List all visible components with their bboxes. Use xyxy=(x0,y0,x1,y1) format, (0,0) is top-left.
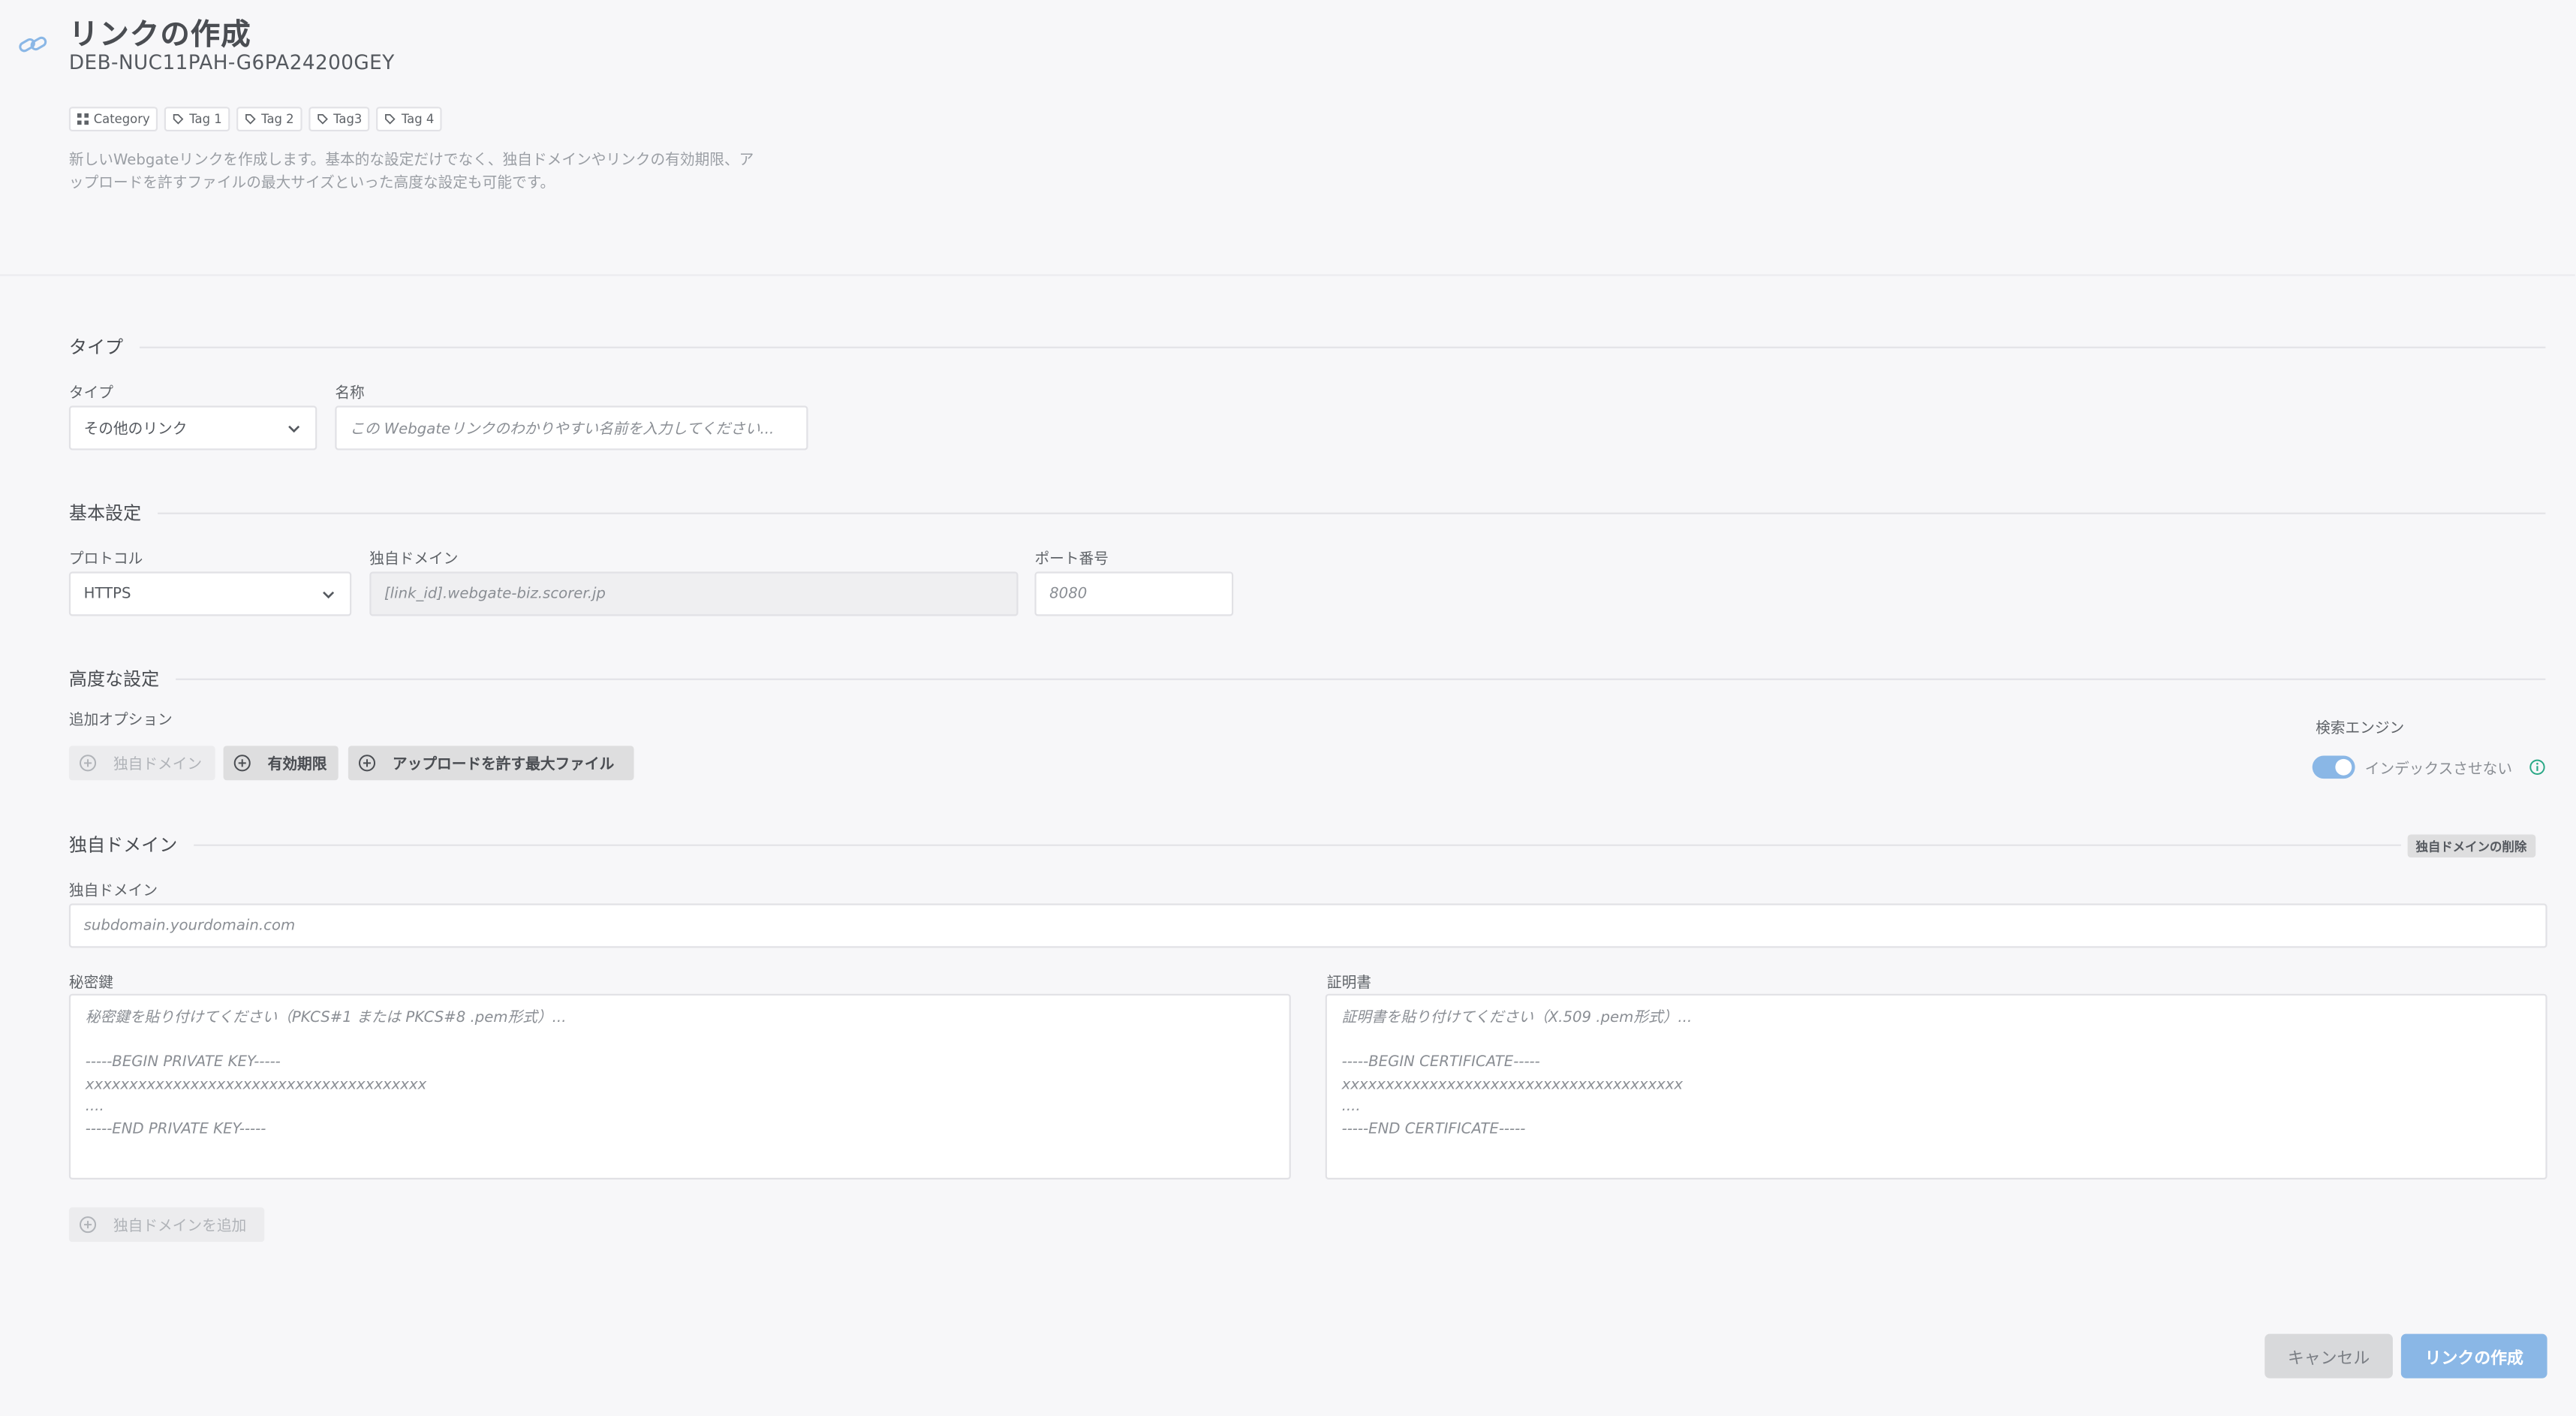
option-custom-domain-button[interactable]: 独自ドメイン xyxy=(68,746,215,781)
grid-icon xyxy=(77,113,89,125)
description-line: ップロードを許すファイルの最大サイズといった高度な設定も可能です。 xyxy=(68,175,555,191)
domain-input: [link_id].webgate-biz.scorer.jp xyxy=(369,571,1019,616)
add-domain-label: 独自ドメインを追加 xyxy=(113,1219,247,1236)
options-label: 追加オプション xyxy=(68,713,173,730)
private-key-textarea[interactable]: 秘密鍵を貼り付けてください（PKCS#1 または PKCS#8 .pem形式）.… xyxy=(68,993,1291,1179)
create-link-page: リンクの作成 DEB-NUC11PAH-G6PA24200GEY Categor… xyxy=(0,0,2575,1416)
tag-label: Tag 2 xyxy=(261,111,294,127)
divider xyxy=(176,677,2546,679)
cancel-button[interactable]: キャンセル xyxy=(2265,1333,2393,1378)
divider xyxy=(139,345,2546,348)
type-label: タイプ xyxy=(68,386,114,403)
port-label: ポート番号 xyxy=(1034,552,1109,569)
section-advanced: 高度な設定 xyxy=(69,667,2546,690)
type-value: その他のリンク xyxy=(83,422,188,439)
domain-label: 独自ドメイン xyxy=(369,552,459,569)
plus-circle-icon xyxy=(358,755,376,772)
section-title: 基本設定 xyxy=(68,502,142,524)
page-title: リンクの作成 xyxy=(68,18,251,53)
custom-domain-label: 独自ドメイン xyxy=(68,884,158,901)
tag-label: Tag3 xyxy=(333,111,363,127)
section-custom-domain: 独自ドメイン xyxy=(69,833,2401,856)
add-custom-domain-button[interactable]: 独自ドメインを追加 xyxy=(68,1207,265,1243)
description-line: 新しいWebgateリンクを作成します。基本的な設定だけでなく、独自ドメインやリ… xyxy=(68,152,754,170)
section-type: タイプ xyxy=(69,335,2546,358)
custom-domain-input[interactable]: subdomain.yourdomain.com xyxy=(68,903,2547,948)
tag-label: Tag 1 xyxy=(189,111,222,127)
option-max-upload-button[interactable]: アップロードを許す最大ファイル xyxy=(348,746,634,781)
tag-icon xyxy=(173,114,184,125)
tag-icon xyxy=(317,114,328,125)
info-icon[interactable] xyxy=(2529,759,2546,776)
tag-category[interactable]: Category xyxy=(68,107,158,132)
tag-item[interactable]: Tag 4 xyxy=(377,107,443,132)
create-link-button[interactable]: リンクの作成 xyxy=(2400,1333,2547,1378)
tag-label: Tag 4 xyxy=(401,111,435,127)
search-engine-label: 検索エンジン xyxy=(2312,716,2405,738)
toggle-knob xyxy=(2335,758,2352,776)
divider xyxy=(194,843,2401,845)
protocol-select[interactable]: HTTPS xyxy=(68,571,352,616)
tag-icon xyxy=(386,114,396,125)
private-key-label: 秘密鍵 xyxy=(68,975,114,993)
protocol-label: プロトコル xyxy=(68,552,143,569)
section-basic: 基本設定 xyxy=(69,501,2546,524)
option-label: 有効期限 xyxy=(267,757,327,774)
type-select[interactable]: その他のリンク xyxy=(68,405,317,450)
tag-item[interactable]: Tag3 xyxy=(308,107,371,132)
section-title: 独自ドメイン xyxy=(68,834,178,856)
chevron-down-icon xyxy=(288,424,300,432)
tag-label: Category xyxy=(93,111,150,127)
option-label: アップロードを許す最大ファイル xyxy=(392,757,615,774)
option-label: 独自ドメイン xyxy=(113,757,203,774)
port-input[interactable]: 8080 xyxy=(1034,571,1234,616)
tag-icon xyxy=(245,114,256,125)
divider xyxy=(158,511,2546,514)
option-expiry-button[interactable]: 有効期限 xyxy=(223,746,339,781)
chevron-down-icon xyxy=(323,590,335,598)
name-input[interactable]: この Webgateリンクのわかりやすい名前を入力してください... xyxy=(335,405,808,450)
tag-list: Category Tag 1 Tag 2 Tag3 Tag 4 xyxy=(68,107,443,132)
noindex-label: インデックスさせない xyxy=(2364,762,2513,779)
device-id: DEB-NUC11PAH-G6PA24200GEY xyxy=(68,50,395,74)
page-header: リンクの作成 DEB-NUC11PAH-G6PA24200GEY Categor… xyxy=(0,0,2575,276)
section-title: タイプ xyxy=(68,336,124,358)
page-description: 新しいWebgateリンクを作成します。基本的な設定だけでなく、独自ドメインやリ… xyxy=(69,151,808,195)
plus-circle-icon xyxy=(80,755,97,772)
delete-custom-domain-button[interactable]: 独自ドメインの削除 xyxy=(2407,834,2535,858)
plus-circle-icon xyxy=(233,755,251,772)
plus-circle-icon xyxy=(80,1216,97,1234)
protocol-value: HTTPS xyxy=(83,586,131,602)
noindex-toggle[interactable] xyxy=(2312,755,2355,779)
section-title: 高度な設定 xyxy=(68,668,160,690)
tag-item[interactable]: Tag 1 xyxy=(164,107,230,132)
tag-item[interactable]: Tag 2 xyxy=(236,107,302,132)
certificate-textarea[interactable]: 証明書を貼り付けてください（X.509 .pem形式）... -----BEGI… xyxy=(1325,993,2547,1179)
link-icon xyxy=(19,36,47,53)
certificate-label: 証明書 xyxy=(1326,975,1372,993)
name-label: 名称 xyxy=(335,386,365,403)
